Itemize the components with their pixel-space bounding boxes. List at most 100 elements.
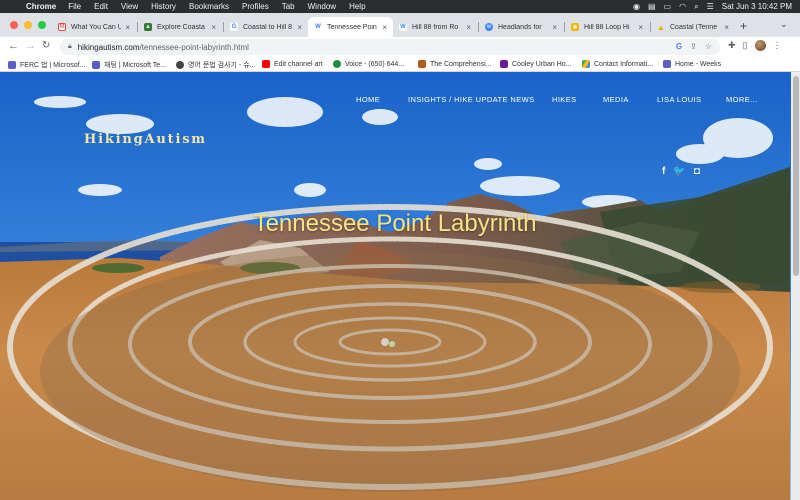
tab-title: Hill 88 from Ro	[412, 23, 459, 31]
menu-history[interactable]: History	[151, 2, 176, 11]
battery-icon[interactable]: ▭	[664, 2, 672, 11]
instagram-icon[interactable]: ◘	[694, 166, 700, 177]
wifi-icon[interactable]: ◠	[679, 2, 686, 11]
google-lens-icon[interactable]: G	[676, 42, 682, 51]
facebook-icon[interactable]: f	[662, 166, 665, 177]
close-tab-icon[interactable]: ×	[125, 23, 130, 32]
page-icon	[663, 60, 671, 68]
tab-tennessee-point[interactable]: W Tennessee Poin ×	[308, 17, 393, 37]
close-tab-icon[interactable]: ×	[211, 23, 216, 32]
bookmark-channel-art[interactable]: Edit channel art	[262, 60, 323, 68]
bookmark-chat-teams[interactable]: 채팅 | Microsoft Te...	[92, 60, 166, 70]
bookmark-voice[interactable]: Voice - (650) 644...	[333, 60, 404, 68]
bookmark-cooley[interactable]: Cooley Urban Ho...	[500, 60, 572, 68]
alltrails-icon: ▲	[144, 23, 152, 31]
tab-title: Coastal to Hill 8	[243, 23, 293, 31]
chrome-menu-icon[interactable]: ⋮	[773, 40, 782, 51]
address-bar[interactable]: 🔒︎ hikingautism.com/tennessee-point-laby…	[60, 39, 720, 55]
nav-more[interactable]: MORE...	[726, 95, 758, 104]
bookmark-label: Contact Informati...	[594, 60, 654, 68]
nav-insights[interactable]: INSIGHTS / HIKE UPDATE NEWS	[408, 95, 535, 104]
google-drive-icon	[582, 60, 590, 68]
minimize-window-button[interactable]	[24, 21, 32, 29]
forward-arrow-icon[interactable]: →	[25, 40, 36, 52]
tab-hill-88-loop[interactable]: ✱ Hill 88 Loop Hi ×	[565, 17, 649, 37]
teams-icon	[8, 61, 16, 69]
close-tab-icon[interactable]: ×	[382, 23, 387, 32]
teams-icon	[92, 61, 100, 69]
bookmark-ferc[interactable]: FERC 법 | Microsof...	[8, 60, 85, 70]
tab-hill-88[interactable]: W Hill 88 from Ro ×	[393, 17, 477, 37]
nav-media[interactable]: MEDIA	[603, 95, 629, 104]
bookmark-label: 채팅 | Microsoft Te...	[104, 62, 167, 69]
control-center-icon[interactable]: ☰	[707, 2, 714, 11]
nav-home[interactable]: HOME	[356, 95, 380, 104]
search-icon[interactable]: ⌕	[694, 2, 698, 12]
close-tab-icon[interactable]: ×	[552, 23, 557, 32]
bookmark-label: 영어 문법 검사기 - 슈...	[188, 62, 256, 69]
tab-gmail[interactable]: M What You Can U ×	[52, 17, 136, 37]
browser-toolbar: ← → ↻ 🔒︎ hikingautism.com/tennessee-poin…	[0, 37, 800, 57]
menu-view[interactable]: View	[121, 2, 138, 11]
menu-app-name[interactable]: Chrome	[26, 2, 56, 11]
bookmark-label: The Comprehensi...	[430, 60, 492, 68]
menu-edit[interactable]: Edit	[94, 2, 108, 11]
datetime[interactable]: Sat Jun 3 10:42 PM	[722, 2, 792, 11]
tab-title: What You Can U	[71, 23, 122, 31]
page-scrollbar[interactable]	[791, 72, 800, 500]
reload-icon[interactable]: ↻	[42, 40, 50, 51]
macos-menu-bar: Chrome File Edit View History Bookmarks …	[0, 0, 800, 13]
back-arrow-icon[interactable]: ←	[8, 40, 19, 52]
close-window-button[interactable]	[10, 21, 18, 29]
bookmark-label: Home - Weeks	[675, 60, 722, 68]
bookmark-comprehensive[interactable]: The Comprehensi...	[418, 60, 491, 68]
bookmark-label: Cooley Urban Ho...	[512, 60, 572, 68]
side-panel-icon[interactable]: ▯	[743, 40, 748, 51]
extensions-puzzle-icon[interactable]: ✚	[728, 40, 736, 51]
close-tab-icon[interactable]: ×	[638, 23, 643, 32]
bookmark-home-weeks[interactable]: Home - Weeks	[663, 60, 721, 68]
url-host: hikingautism.com	[77, 42, 140, 52]
close-tab-icon[interactable]: ×	[466, 23, 471, 32]
bookmark-label: Edit channel art	[274, 60, 323, 68]
close-tab-icon[interactable]: ×	[724, 23, 729, 32]
menu-profiles[interactable]: Profiles	[242, 2, 269, 11]
wix-icon: W	[314, 23, 322, 31]
page-title: Tennessee Point Labyrinth	[253, 210, 537, 237]
profile-avatar[interactable]	[754, 40, 766, 51]
menu-help[interactable]: Help	[349, 2, 365, 11]
bookmark-contact-info[interactable]: Contact Informati...	[582, 60, 653, 68]
gmail-icon: M	[58, 23, 66, 31]
tab-coastal[interactable]: ▲ Coastal (Tenne ×	[651, 17, 735, 37]
social-links: f 🐦 ◘	[662, 166, 700, 177]
tab-google[interactable]: G Coastal to Hill 8 ×	[224, 17, 308, 37]
flag-icon[interactable]: ▤	[648, 2, 656, 11]
menu-bookmarks[interactable]: Bookmarks	[189, 2, 229, 11]
building-icon	[500, 60, 508, 68]
warning-icon: ▲	[657, 22, 665, 32]
grammar-icon	[176, 61, 184, 69]
wordpress-icon: w	[485, 23, 493, 31]
zoom-window-button[interactable]	[38, 21, 46, 29]
scrollbar-thumb[interactable]	[793, 76, 799, 276]
tab-alltrails[interactable]: ▲ Explore Coasta ×	[138, 17, 222, 37]
menu-tab[interactable]: Tab	[282, 2, 295, 11]
bookmark-label: FERC 법 | Microsof...	[20, 62, 86, 69]
tab-headlands[interactable]: w Headlands for ×	[479, 17, 563, 37]
bookmark-grammar-checker[interactable]: 영어 문법 검사기 - 슈...	[176, 60, 255, 70]
menu-file[interactable]: File	[68, 2, 81, 11]
nav-hikes[interactable]: HIKES	[552, 95, 577, 104]
site-navigation: HOME INSIGHTS / HIKE UPDATE NEWS HIKES M…	[0, 95, 800, 107]
twitter-icon[interactable]: 🐦	[673, 166, 685, 177]
new-tab-button[interactable]: +	[740, 19, 747, 33]
share-icon[interactable]: ⇪	[690, 42, 697, 51]
lock-icon[interactable]: 🔒︎	[68, 43, 72, 51]
close-tab-icon[interactable]: ×	[297, 23, 302, 32]
site-logo[interactable]: HikingAutism	[84, 132, 207, 147]
nav-lisa-louis[interactable]: LISA LOUIS	[657, 95, 701, 104]
menu-window[interactable]: Window	[308, 2, 336, 11]
tab-search-chevron-icon[interactable]: ⌄	[780, 19, 788, 30]
bookmark-star-icon[interactable]: ☆	[705, 42, 712, 51]
tab-title: Headlands for	[498, 23, 542, 31]
record-icon[interactable]: ◉	[633, 2, 640, 11]
